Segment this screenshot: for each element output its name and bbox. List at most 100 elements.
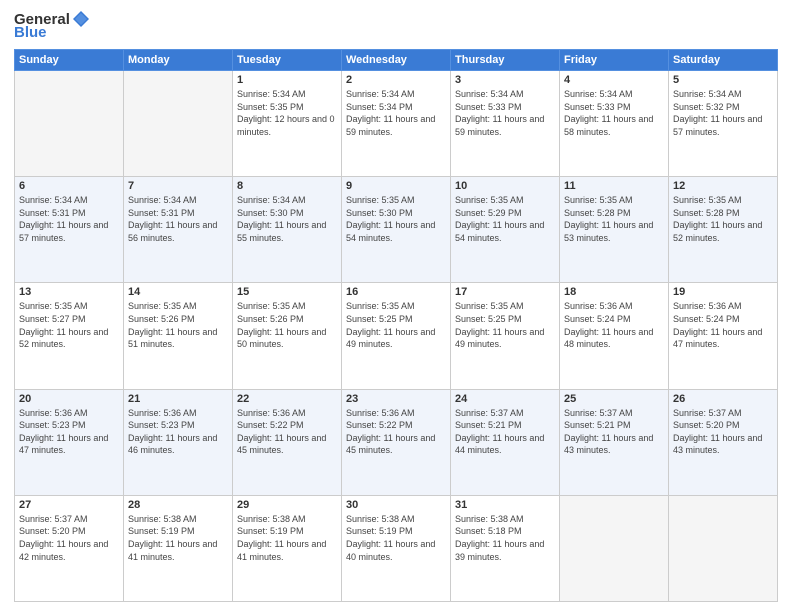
day-info: Sunrise: 5:38 AMSunset: 5:19 PMDaylight:…: [237, 513, 337, 563]
weekday-header-sunday: Sunday: [15, 50, 124, 71]
day-info: Sunrise: 5:36 AMSunset: 5:22 PMDaylight:…: [237, 407, 337, 457]
weekday-header-saturday: Saturday: [669, 50, 778, 71]
logo-text-blue: Blue: [14, 24, 47, 41]
calendar-table: SundayMondayTuesdayWednesdayThursdayFrid…: [14, 49, 778, 602]
calendar-cell: [669, 495, 778, 601]
day-number: 15: [237, 286, 337, 298]
weekday-header-tuesday: Tuesday: [233, 50, 342, 71]
calendar-cell: 10 Sunrise: 5:35 AMSunset: 5:29 PMDayligh…: [451, 177, 560, 283]
page: General Blue SundayMondayTuesdayWednesda…: [0, 0, 792, 612]
calendar-cell: 17 Sunrise: 5:35 AMSunset: 5:25 PMDayligh…: [451, 283, 560, 389]
day-number: 17: [455, 286, 555, 298]
day-info: Sunrise: 5:34 AMSunset: 5:33 PMDaylight:…: [564, 88, 664, 138]
day-number: 27: [19, 499, 119, 511]
calendar-cell: 30 Sunrise: 5:38 AMSunset: 5:19 PMDayligh…: [342, 495, 451, 601]
day-info: Sunrise: 5:36 AMSunset: 5:22 PMDaylight:…: [346, 407, 446, 457]
day-number: 23: [346, 393, 446, 405]
day-info: Sunrise: 5:37 AMSunset: 5:21 PMDaylight:…: [455, 407, 555, 457]
calendar-cell: 18 Sunrise: 5:36 AMSunset: 5:24 PMDayligh…: [560, 283, 669, 389]
day-number: 25: [564, 393, 664, 405]
day-number: 12: [673, 180, 773, 192]
weekday-header-friday: Friday: [560, 50, 669, 71]
day-number: 5: [673, 74, 773, 86]
calendar-cell: 5Sunrise: 5:34 AMSunset: 5:32 PMDaylight…: [669, 71, 778, 177]
calendar-cell: 22 Sunrise: 5:36 AMSunset: 5:22 PMDayligh…: [233, 389, 342, 495]
day-info: Sunrise: 5:35 AMSunset: 5:26 PMDaylight:…: [128, 300, 228, 350]
day-info: Sunrise: 5:36 AMSunset: 5:23 PMDaylight:…: [19, 407, 119, 457]
day-number: 26: [673, 393, 773, 405]
day-number: 22: [237, 393, 337, 405]
day-info: Sunrise: 5:37 AMSunset: 5:21 PMDaylight:…: [564, 407, 664, 457]
day-info: Sunrise: 5:38 AMSunset: 5:19 PMDaylight:…: [346, 513, 446, 563]
calendar-cell: 19Sunrise: 5:36 AMSunset: 5:24 PMDayligh…: [669, 283, 778, 389]
day-info: Sunrise: 5:35 AMSunset: 5:27 PMDaylight:…: [19, 300, 119, 350]
day-number: 21: [128, 393, 228, 405]
day-number: 30: [346, 499, 446, 511]
calendar-cell: 9Sunrise: 5:35 AMSunset: 5:30 PMDaylight…: [342, 177, 451, 283]
day-number: 4: [564, 74, 664, 86]
day-info: Sunrise: 5:35 AMSunset: 5:29 PMDaylight:…: [455, 194, 555, 244]
day-number: 9: [346, 180, 446, 192]
calendar-cell: 7 Sunrise: 5:34 AMSunset: 5:31 PMDaylight…: [124, 177, 233, 283]
calendar-cell: 31 Sunrise: 5:38 AMSunset: 5:18 PMDayligh…: [451, 495, 560, 601]
calendar-cell: [124, 71, 233, 177]
logo: General Blue: [14, 10, 90, 41]
day-number: 11: [564, 180, 664, 192]
day-number: 8: [237, 180, 337, 192]
calendar-cell: 4 Sunrise: 5:34 AMSunset: 5:33 PMDaylight…: [560, 71, 669, 177]
calendar-cell: 6 Sunrise: 5:34 AMSunset: 5:31 PMDaylight…: [15, 177, 124, 283]
day-number: 14: [128, 286, 228, 298]
day-number: 18: [564, 286, 664, 298]
day-number: 19: [673, 286, 773, 298]
calendar-cell: 20 Sunrise: 5:36 AMSunset: 5:23 PMDayligh…: [15, 389, 124, 495]
calendar-cell: 24 Sunrise: 5:37 AMSunset: 5:21 PMDayligh…: [451, 389, 560, 495]
calendar-cell: 1 Sunrise: 5:34 AMSunset: 5:35 PMDaylight…: [233, 71, 342, 177]
day-info: Sunrise: 5:35 AMSunset: 5:28 PMDaylight:…: [673, 194, 773, 244]
calendar-cell: 28 Sunrise: 5:38 AMSunset: 5:19 PMDayligh…: [124, 495, 233, 601]
day-info: Sunrise: 5:36 AMSunset: 5:24 PMDaylight:…: [564, 300, 664, 350]
day-info: Sunrise: 5:38 AMSunset: 5:19 PMDaylight:…: [128, 513, 228, 563]
calendar-cell: 11 Sunrise: 5:35 AMSunset: 5:28 PMDayligh…: [560, 177, 669, 283]
calendar-cell: 25 Sunrise: 5:37 AMSunset: 5:21 PMDayligh…: [560, 389, 669, 495]
day-info: Sunrise: 5:35 AMSunset: 5:26 PMDaylight:…: [237, 300, 337, 350]
calendar-cell: 13 Sunrise: 5:35 AMSunset: 5:27 PMDayligh…: [15, 283, 124, 389]
day-number: 2: [346, 74, 446, 86]
day-number: 3: [455, 74, 555, 86]
header: General Blue: [14, 10, 778, 41]
calendar-cell: 2 Sunrise: 5:34 AMSunset: 5:34 PMDaylight…: [342, 71, 451, 177]
calendar-cell: [15, 71, 124, 177]
calendar-cell: 21 Sunrise: 5:36 AMSunset: 5:23 PMDayligh…: [124, 389, 233, 495]
day-number: 1: [237, 74, 337, 86]
logo-flag-icon: [72, 10, 90, 28]
calendar-cell: 29 Sunrise: 5:38 AMSunset: 5:19 PMDayligh…: [233, 495, 342, 601]
calendar-cell: 12 Sunrise: 5:35 AMSunset: 5:28 PMDayligh…: [669, 177, 778, 283]
calendar-cell: 15 Sunrise: 5:35 AMSunset: 5:26 PMDayligh…: [233, 283, 342, 389]
weekday-header-thursday: Thursday: [451, 50, 560, 71]
weekday-header-monday: Monday: [124, 50, 233, 71]
day-number: 24: [455, 393, 555, 405]
day-info: Sunrise: 5:34 AMSunset: 5:34 PMDaylight:…: [346, 88, 446, 138]
day-info: Sunrise: 5:34 AMSunset: 5:31 PMDaylight:…: [128, 194, 228, 244]
day-info: Sunrise: 5:36 AMSunset: 5:23 PMDaylight:…: [128, 407, 228, 457]
calendar-cell: 8 Sunrise: 5:34 AMSunset: 5:30 PMDaylight…: [233, 177, 342, 283]
day-number: 29: [237, 499, 337, 511]
day-number: 10: [455, 180, 555, 192]
weekday-header-wednesday: Wednesday: [342, 50, 451, 71]
day-info: Sunrise: 5:37 AMSunset: 5:20 PMDaylight:…: [19, 513, 119, 563]
day-number: 13: [19, 286, 119, 298]
day-info: Sunrise: 5:38 AMSunset: 5:18 PMDaylight:…: [455, 513, 555, 563]
day-number: 28: [128, 499, 228, 511]
day-number: 6: [19, 180, 119, 192]
calendar-cell: 23 Sunrise: 5:36 AMSunset: 5:22 PMDayligh…: [342, 389, 451, 495]
day-info: Sunrise: 5:35 AMSunset: 5:25 PMDaylight:…: [455, 300, 555, 350]
day-info: Sunrise: 5:37 AMSunset: 5:20 PMDaylight:…: [673, 407, 773, 457]
day-number: 31: [455, 499, 555, 511]
day-info: Sunrise: 5:34 AMSunset: 5:30 PMDaylight:…: [237, 194, 337, 244]
calendar-cell: 14 Sunrise: 5:35 AMSunset: 5:26 PMDayligh…: [124, 283, 233, 389]
day-info: Sunrise: 5:34 AMSunset: 5:35 PMDaylight:…: [237, 88, 337, 138]
day-number: 7: [128, 180, 228, 192]
day-info: Sunrise: 5:35 AMSunset: 5:28 PMDaylight:…: [564, 194, 664, 244]
day-info: Sunrise: 5:34 AMSunset: 5:31 PMDaylight:…: [19, 194, 119, 244]
day-number: 20: [19, 393, 119, 405]
day-number: 16: [346, 286, 446, 298]
